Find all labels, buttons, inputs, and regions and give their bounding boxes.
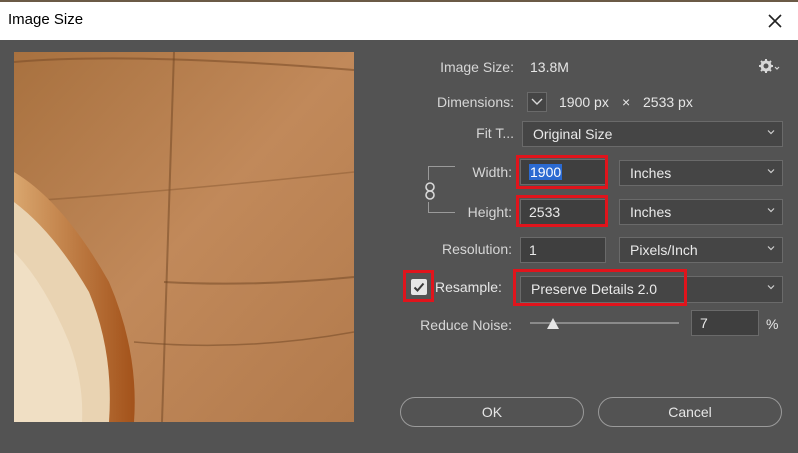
fit-to-value: Original Size [533, 126, 613, 142]
image-size-dialog: Image Size Image Size: 13.8M Dimensions:… [0, 0, 798, 453]
dimensions-width: 1900 px [559, 94, 609, 110]
width-highlight [516, 155, 608, 189]
image-size-value: 13.8M [530, 59, 569, 75]
check-icon [413, 282, 425, 292]
fit-to-select[interactable]: Original Size [522, 121, 783, 147]
resample-label: Resample: [435, 279, 502, 295]
dimensions-dropdown[interactable] [527, 92, 547, 112]
chevron-down-icon [767, 285, 775, 290]
ok-button[interactable]: OK [400, 397, 584, 427]
resolution-unit-value: Pixels/Inch [630, 242, 698, 258]
chevron-down-icon [767, 208, 775, 213]
chevron-down-icon [767, 169, 775, 174]
width-unit-value: Inches [630, 165, 672, 181]
resolution-value: 1 [529, 242, 537, 258]
chevron-down-icon [767, 130, 775, 135]
link-icon[interactable] [421, 180, 439, 202]
height-unit-value: Inches [630, 204, 672, 220]
height-highlight [516, 195, 608, 227]
height-unit-select[interactable]: Inches [619, 199, 783, 225]
chevron-down-icon [767, 246, 775, 251]
height-label: Height: [467, 204, 512, 220]
close-icon[interactable] [762, 8, 788, 34]
reduce-noise-unit: % [766, 316, 779, 332]
resample-checkbox[interactable] [411, 279, 427, 295]
dimensions-label: Dimensions: [436, 94, 514, 110]
resolution-unit-select[interactable]: Pixels/Inch [619, 237, 783, 263]
gear-icon[interactable] [758, 57, 780, 75]
fit-to-label: Fit T... [476, 125, 514, 141]
image-size-label: Image Size: [440, 59, 514, 75]
title-bar: Image Size [0, 0, 798, 40]
reduce-noise-label: Reduce Noise: [420, 317, 512, 333]
resolution-label: Resolution: [441, 241, 512, 257]
reduce-noise-field[interactable]: 7 [691, 310, 759, 336]
dimensions-height: 2533 px [643, 94, 693, 110]
resolution-field[interactable]: 1 [520, 237, 606, 263]
resample-method-highlight [513, 269, 687, 306]
dialog-title: Image Size [8, 11, 84, 28]
reduce-noise-slider-handle[interactable] [547, 318, 559, 329]
dimensions-times: × [622, 94, 631, 110]
width-label: Width: [472, 164, 512, 180]
cancel-button[interactable]: Cancel [598, 397, 782, 427]
reduce-noise-value: 7 [700, 315, 708, 331]
image-preview[interactable] [14, 52, 354, 422]
width-unit-select[interactable]: Inches [619, 160, 783, 186]
